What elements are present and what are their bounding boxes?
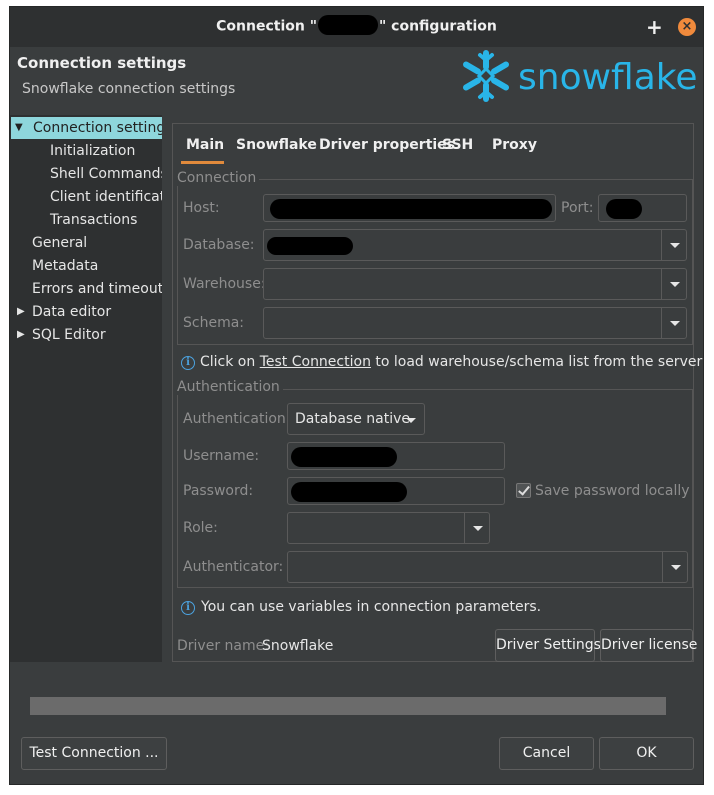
page-title: Connection settings xyxy=(17,54,187,72)
expand-arrow-icon[interactable]: ▶ xyxy=(17,301,25,323)
tab-main[interactable]: Main xyxy=(186,137,224,153)
port-input[interactable] xyxy=(598,194,687,222)
ok-button[interactable]: OK xyxy=(599,737,694,770)
redacted-connection-name xyxy=(318,15,378,35)
schema-label: Schema: xyxy=(183,315,245,331)
authenticator-dropdown-icon[interactable] xyxy=(662,552,687,582)
authentication-group-label: Authentication xyxy=(177,379,283,395)
window-title: Connection " " configuration xyxy=(10,15,703,35)
role-label: Role: xyxy=(183,520,218,536)
driver-settings-button[interactable]: Driver Settings xyxy=(495,629,601,662)
redacted-database xyxy=(267,237,353,255)
test-connection-hint: Click on Test Connection to load warehou… xyxy=(200,354,702,370)
username-label: Username: xyxy=(183,448,260,464)
database-dropdown-icon[interactable] xyxy=(661,230,686,260)
authenticator-combo[interactable] xyxy=(287,551,688,583)
tab-snowflake[interactable]: Snowflake xyxy=(236,137,317,153)
nav-item-transactions[interactable]: Transactions xyxy=(50,209,137,231)
password-label: Password: xyxy=(183,483,254,499)
host-label: Host: xyxy=(183,200,220,216)
driver-license-button[interactable]: Driver license xyxy=(600,629,697,662)
nav-item-metadata[interactable]: Metadata xyxy=(32,255,98,277)
nav-item-sql-editor[interactable]: ▶ SQL Editor xyxy=(10,324,162,346)
close-icon[interactable]: × xyxy=(678,18,696,36)
authentication-select[interactable]: Database native xyxy=(287,403,425,435)
nav-item-shell-commands[interactable]: Shell Commands xyxy=(50,163,162,185)
warehouse-combo[interactable] xyxy=(263,268,687,300)
authentication-value: Database native xyxy=(295,411,410,427)
expand-arrow-icon[interactable]: ▶ xyxy=(17,324,25,346)
maximize-icon[interactable]: + xyxy=(646,15,663,39)
authenticator-label: Authenticator: xyxy=(183,559,284,575)
port-label: Port: xyxy=(561,200,594,216)
chevron-down-icon xyxy=(406,418,416,423)
progress-bar xyxy=(30,697,666,715)
nav-item-initialization[interactable]: Initialization xyxy=(50,140,135,162)
connection-group-label: Connection xyxy=(177,170,260,186)
nav-item-client-identification[interactable]: Client identification xyxy=(50,186,162,208)
username-input[interactable] xyxy=(287,442,505,470)
test-connection-link[interactable]: Test Connection xyxy=(260,354,371,370)
test-connection-button[interactable]: Test Connection ... xyxy=(21,737,167,770)
info-icon: i xyxy=(181,601,195,615)
redacted-username xyxy=(291,447,397,467)
nav-item-errors-timeouts[interactable]: Errors and timeouts xyxy=(32,278,162,300)
database-label: Database: xyxy=(183,237,255,253)
title-suffix: " configuration xyxy=(379,18,497,35)
tab-driver-properties[interactable]: Driver properties xyxy=(319,137,455,153)
nav-item-connection-settings[interactable]: ▼ Connection settings xyxy=(11,117,162,139)
nav-item-label: Connection settings xyxy=(33,120,162,136)
warehouse-dropdown-icon[interactable] xyxy=(661,269,686,299)
snowflake-logo: snowflake xyxy=(463,50,698,102)
save-password-label: Save password locally xyxy=(535,483,690,499)
redacted-host xyxy=(270,199,552,219)
host-input[interactable] xyxy=(263,194,556,222)
hint-suffix: to load warehouse/schema list from the s… xyxy=(370,354,703,370)
warehouse-label: Warehouse: xyxy=(183,276,266,292)
info-icon: i xyxy=(181,356,195,370)
schema-combo[interactable] xyxy=(263,307,687,339)
settings-nav-tree: ▼ Connection settings Initialization She… xyxy=(10,115,162,662)
driver-name-label: Driver name: xyxy=(177,638,269,654)
nav-item-label: SQL Editor xyxy=(32,327,106,343)
active-tab-indicator xyxy=(181,161,224,164)
logo-text: snowflake xyxy=(518,57,698,98)
connection-config-dialog: Connection " " configuration + × Connecti… xyxy=(9,6,704,785)
save-password-checkbox[interactable] xyxy=(516,483,531,498)
redacted-password xyxy=(291,482,407,502)
settings-panel: Main Snowflake Driver properties SSH Pro… xyxy=(172,123,702,662)
authentication-label: Authentication: xyxy=(183,411,291,427)
driver-name-value: Snowflake xyxy=(262,638,334,654)
page-subtitle: Snowflake connection settings xyxy=(22,81,236,97)
title-prefix: Connection " xyxy=(216,18,317,35)
variables-hint: You can use variables in connection para… xyxy=(201,599,542,615)
tab-ssh[interactable]: SSH xyxy=(442,137,473,153)
schema-dropdown-icon[interactable] xyxy=(661,308,686,338)
hint-prefix: Click on xyxy=(200,354,260,370)
nav-item-label: Data editor xyxy=(32,304,112,320)
nav-item-data-editor[interactable]: ▶ Data editor xyxy=(10,301,162,323)
role-combo[interactable] xyxy=(287,512,490,544)
redacted-port xyxy=(606,199,642,219)
title-bar: Connection " " configuration + × xyxy=(10,7,703,47)
database-combo[interactable] xyxy=(263,229,687,261)
password-input[interactable] xyxy=(287,477,505,505)
nav-item-general[interactable]: General xyxy=(32,232,87,254)
role-dropdown-icon[interactable] xyxy=(464,513,489,543)
cancel-button[interactable]: Cancel xyxy=(499,737,594,770)
tab-proxy[interactable]: Proxy xyxy=(492,137,537,153)
